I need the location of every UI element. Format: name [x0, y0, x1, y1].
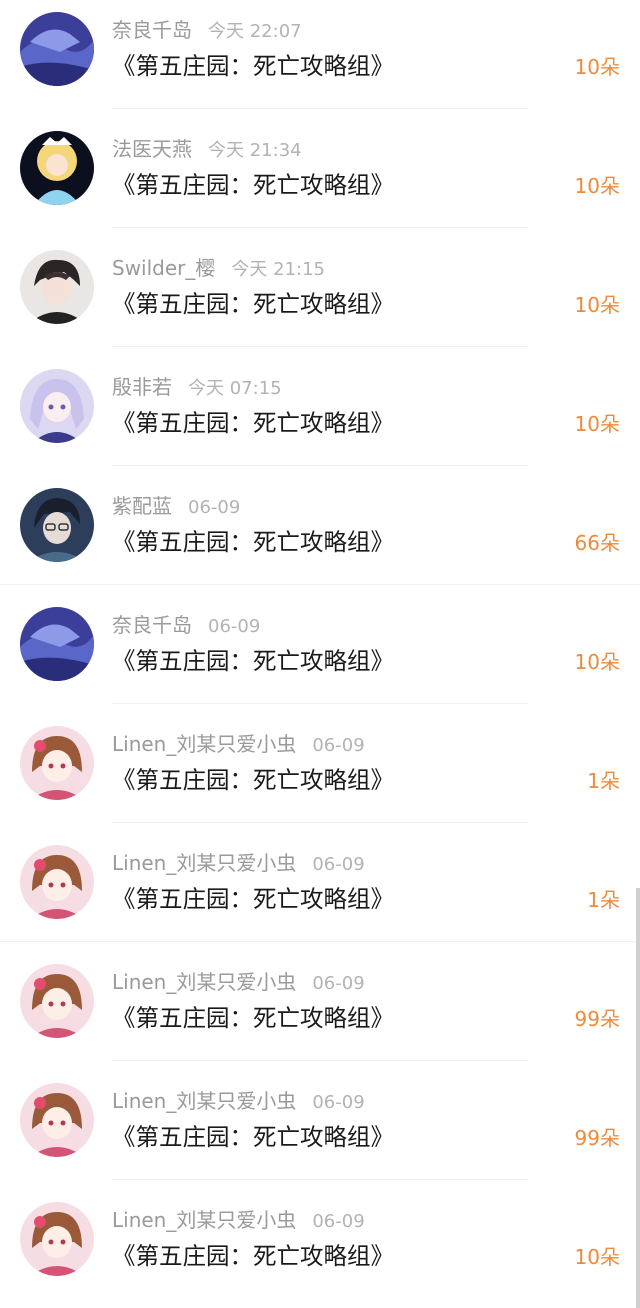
list-item[interactable]: 奈良千岛 今天 22:07 《第五庄园：死亡攻略组》 10朵 — [0, 0, 640, 119]
list-item[interactable]: Swilder_樱 今天 21:15 《第五庄园：死亡攻略组》 10朵 — [0, 238, 640, 357]
avatar[interactable] — [20, 1083, 94, 1157]
work-title[interactable]: 《第五庄园：死亡攻略组》 — [112, 524, 394, 560]
timestamp: 今天 22:07 — [208, 21, 302, 42]
flower-count: 10朵 — [574, 55, 620, 79]
list-item[interactable]: Linen_刘某只爱小虫 06-09 《第五庄园：死亡攻略组》 10朵 — [0, 1190, 640, 1308]
work-title[interactable]: 《第五庄园：死亡攻略组》 — [112, 167, 394, 203]
username[interactable]: 奈良千岛 — [112, 18, 192, 42]
avatar-blue-ocean-image — [20, 607, 94, 681]
avatar[interactable] — [20, 250, 94, 324]
timestamp: 06-09 — [312, 1092, 365, 1113]
divider — [0, 941, 640, 942]
flower-count: 66朵 — [574, 531, 620, 555]
avatar-lavender-hair-image — [20, 369, 94, 443]
avatar-pink-kimono-girl-image — [20, 845, 94, 919]
avatar-pink-kimono-girl-image — [20, 1083, 94, 1157]
flower-count: 10朵 — [574, 1245, 620, 1269]
divider — [112, 346, 528, 347]
flower-count: 10朵 — [574, 412, 620, 436]
divider — [112, 1060, 528, 1061]
avatar-blonde-crown-image — [20, 131, 94, 205]
list-item[interactable]: 紫配蓝 06-09 《第五庄园：死亡攻略组》 66朵 — [0, 476, 640, 595]
avatar-pink-kimono-girl-image — [20, 726, 94, 800]
avatar-glasses-man-image — [20, 488, 94, 562]
work-title[interactable]: 《第五庄园：死亡攻略组》 — [112, 405, 394, 441]
list-item[interactable]: Linen_刘某只爱小虫 06-09 《第五庄园：死亡攻略组》 99朵 — [0, 1071, 640, 1190]
avatar[interactable] — [20, 964, 94, 1038]
avatar[interactable] — [20, 369, 94, 443]
timestamp: 06-09 — [188, 497, 241, 518]
flower-count: 10朵 — [574, 174, 620, 198]
timestamp: 今天 07:15 — [188, 378, 282, 399]
flower-count: 10朵 — [574, 293, 620, 317]
username[interactable]: 殷非若 — [112, 375, 172, 399]
divider — [112, 227, 528, 228]
list-item[interactable]: Linen_刘某只爱小虫 06-09 《第五庄园：死亡攻略组》 99朵 — [0, 952, 640, 1071]
divider — [112, 108, 528, 109]
work-title[interactable]: 《第五庄园：死亡攻略组》 — [112, 1238, 394, 1274]
username[interactable]: 法医天燕 — [112, 137, 192, 161]
gift-record-list: 奈良千岛 今天 22:07 《第五庄园：死亡攻略组》 10朵 法医天燕 今天 21:… — [0, 0, 640, 1308]
timestamp: 06-09 — [312, 735, 365, 756]
flower-count: 1朵 — [587, 769, 620, 793]
avatar[interactable] — [20, 1202, 94, 1276]
username[interactable]: 奈良千岛 — [112, 613, 192, 637]
avatar[interactable] — [20, 131, 94, 205]
timestamp: 今天 21:15 — [231, 259, 325, 280]
timestamp: 06-09 — [312, 1211, 365, 1232]
divider — [112, 822, 528, 823]
divider — [112, 1179, 528, 1180]
timestamp: 06-09 — [312, 973, 365, 994]
work-title[interactable]: 《第五庄园：死亡攻略组》 — [112, 1000, 394, 1036]
avatar-blue-ocean-image — [20, 12, 94, 86]
username[interactable]: Linen_刘某只爱小虫 — [112, 732, 296, 756]
list-item[interactable]: Linen_刘某只爱小虫 06-09 《第五庄园：死亡攻略组》 1朵 — [0, 714, 640, 833]
work-title[interactable]: 《第五庄园：死亡攻略组》 — [112, 643, 394, 679]
work-title[interactable]: 《第五庄园：死亡攻略组》 — [112, 286, 394, 322]
avatar[interactable] — [20, 12, 94, 86]
avatar-pink-kimono-girl-image — [20, 1202, 94, 1276]
list-item[interactable]: 奈良千岛 06-09 《第五庄园：死亡攻略组》 10朵 — [0, 595, 640, 714]
divider — [112, 703, 528, 704]
divider — [0, 584, 640, 585]
timestamp: 06-09 — [208, 616, 261, 637]
avatar-pink-kimono-girl-image — [20, 964, 94, 1038]
username[interactable]: Linen_刘某只爱小虫 — [112, 970, 296, 994]
scrollbar[interactable] — [636, 888, 640, 1308]
username[interactable]: Linen_刘某只爱小虫 — [112, 851, 296, 875]
flower-count: 99朵 — [574, 1007, 620, 1031]
flower-count: 99朵 — [574, 1126, 620, 1150]
avatar-dark-hair-boy-image — [20, 250, 94, 324]
timestamp: 今天 21:34 — [208, 140, 302, 161]
divider — [112, 465, 528, 466]
work-title[interactable]: 《第五庄园：死亡攻略组》 — [112, 1119, 394, 1155]
flower-count: 10朵 — [574, 650, 620, 674]
timestamp: 06-09 — [312, 854, 365, 875]
avatar[interactable] — [20, 726, 94, 800]
work-title[interactable]: 《第五庄园：死亡攻略组》 — [112, 48, 394, 84]
username[interactable]: Linen_刘某只爱小虫 — [112, 1089, 296, 1113]
list-item[interactable]: 殷非若 今天 07:15 《第五庄园：死亡攻略组》 10朵 — [0, 357, 640, 476]
username[interactable]: 紫配蓝 — [112, 494, 172, 518]
username[interactable]: Swilder_樱 — [112, 256, 215, 280]
list-item[interactable]: 法医天燕 今天 21:34 《第五庄园：死亡攻略组》 10朵 — [0, 119, 640, 238]
list-item[interactable]: Linen_刘某只爱小虫 06-09 《第五庄园：死亡攻略组》 1朵 — [0, 833, 640, 952]
work-title[interactable]: 《第五庄园：死亡攻略组》 — [112, 762, 394, 798]
work-title[interactable]: 《第五庄园：死亡攻略组》 — [112, 881, 394, 917]
flower-count: 1朵 — [587, 888, 620, 912]
avatar[interactable] — [20, 607, 94, 681]
avatar[interactable] — [20, 488, 94, 562]
avatar[interactable] — [20, 845, 94, 919]
username[interactable]: Linen_刘某只爱小虫 — [112, 1208, 296, 1232]
